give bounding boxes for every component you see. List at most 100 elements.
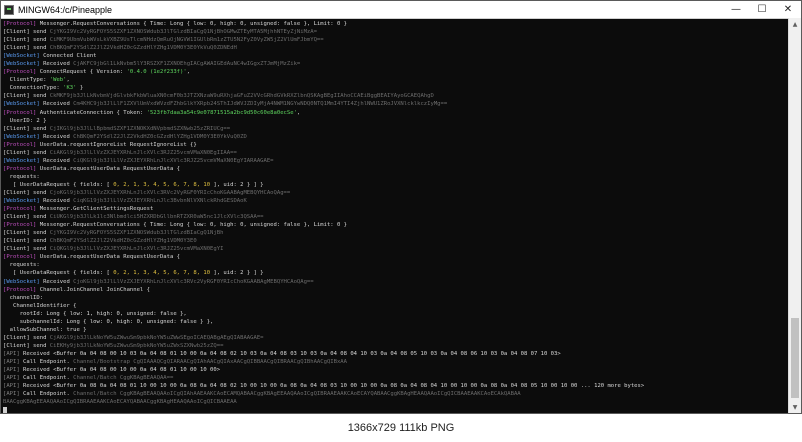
- log-tag: [Client]: [3, 149, 30, 156]
- log-tag: [Protocol]: [3, 165, 37, 172]
- terminal-line: UserID: 2 }: [3, 117, 788, 125]
- log-tag: [WebSocket]: [3, 101, 40, 108]
- log-string: 'K3': [63, 85, 77, 92]
- log-text: UserData.requestIgnoreList RequestIgnore…: [36, 141, 197, 148]
- log-text: send: [29, 230, 50, 237]
- log-text: send: [29, 238, 50, 245]
- log-tag: [API]: [3, 358, 20, 365]
- log-string: 'Web': [49, 77, 67, 84]
- terminal-line: [WebSocket] Received CiqKG19jb3JlLlVzZXJ…: [3, 197, 788, 205]
- log-tag: [WebSocket]: [3, 278, 40, 285]
- log-text: send: [29, 334, 50, 341]
- terminal-line: [WebSocket] Received Cm4KHC9jb3JlLlF1ZXV…: [3, 100, 788, 108]
- log-tag: [Protocol]: [3, 21, 37, 27]
- log-payload: CiQKGl9jb3JlLlVzZXJEYXRhLnJlcXVlc3RJZ25v…: [49, 246, 224, 253]
- terminal-line: [API] Call Endpoint. Channel/Bootstrap C…: [3, 358, 788, 366]
- terminal-line: requests:: [3, 261, 788, 269]
- log-payload: Channel/Bootstrap CgQIAAAQCgQIARAACgQIAh…: [73, 358, 347, 365]
- log-tag: [Protocol]: [3, 222, 37, 229]
- terminal-line: [Protocol] Messenger.RequestConversation…: [3, 221, 788, 229]
- maximize-icon[interactable]: ☐: [749, 1, 775, 18]
- terminal-line: [Protocol] Messenger.GetClientSettingsRe…: [3, 205, 788, 213]
- log-text: ChannelIdentifier {: [3, 302, 77, 309]
- log-tag: [Protocol]: [3, 141, 37, 148]
- log-tag: [Client]: [3, 214, 30, 221]
- log-text: send: [29, 125, 50, 132]
- terminal-app-icon: [4, 4, 14, 15]
- log-text: Messenger.RequestConversations { Time: L…: [36, 21, 347, 27]
- log-text: Call Endpoint.: [19, 391, 74, 398]
- log-text: requests:: [3, 262, 40, 269]
- log-payload: CjoKGl9jb3JlLlVzZXJEYXRhLnJlcXVlc3RVc2Vy…: [49, 189, 291, 196]
- scroll-down-arrow-icon[interactable]: ▼: [789, 401, 801, 413]
- terminal-line: [Client] send CiMKF9UbmVubWVsLkVXBZ9UsTl…: [3, 36, 788, 44]
- vertical-scrollbar[interactable]: ▲ ▼: [788, 18, 801, 413]
- terminal-line: [Protocol] Channel.JoinChannel JoinChann…: [3, 286, 788, 294]
- log-payload: CjYKGI9Vc2VyRGFOYS5SZXF1ZXNOSWdub3JlTGlz…: [49, 230, 224, 237]
- log-text: Received <Buffer 0a 04 08 00 10 00 0a 04…: [19, 367, 221, 374]
- terminal-line: [Protocol] UserData.requestUserData Requ…: [3, 253, 788, 261]
- terminal-line: [Client] send CiUKGl9jb3JlLk1lc3Nlbmdlci…: [3, 213, 788, 221]
- log-tag: [API]: [3, 367, 20, 374]
- log-text: channelID:: [3, 294, 44, 301]
- window-controls: — ☐ ✕: [723, 1, 801, 18]
- scroll-thumb[interactable]: [791, 318, 799, 398]
- terminal-line: [WebSocket] Received ChBKQmF2YSdlZ2JlZ2V…: [3, 133, 788, 141]
- log-text: Received: [39, 61, 74, 68]
- terminal-line: ClientType: 'Web',: [3, 76, 788, 84]
- log-text: allowSubChannel: true }: [3, 326, 87, 333]
- terminal-line: [Client] send CiEKHy9jb3JlLkNoYW5uZWwuSm…: [3, 342, 788, 350]
- terminal-line: [ UserDataRequest { fields: [ 0, 2, 1, 3…: [3, 181, 788, 189]
- log-tag: [WebSocket]: [3, 157, 40, 164]
- log-text: send: [29, 149, 50, 156]
- log-text: ConnectRequest { Version:: [36, 69, 127, 76]
- terminal-line: ChannelIdentifier {: [3, 302, 788, 310]
- log-text: ClientType:: [3, 77, 50, 84]
- terminal-line: [Client] send CjIKGl9jb3JlLlBpbmdSZXF1ZX…: [3, 125, 788, 133]
- terminal-line: subchannelId: Long { low: 0, high: 0, un…: [3, 318, 788, 326]
- title-bar[interactable]: MINGW64:/c/Pineapple — ☐ ✕: [1, 1, 801, 19]
- log-tag: [Protocol]: [3, 206, 37, 213]
- log-tag: [WebSocket]: [3, 133, 40, 140]
- terminal-line: ConnectionType: 'K3' }: [3, 84, 788, 92]
- log-text: Connected Client: [39, 53, 97, 60]
- log-tag: [WebSocket]: [3, 61, 40, 68]
- log-number: 0, 2, 1, 3, 4, 5, 6, 7, 8, 10: [113, 270, 211, 277]
- log-payload: CjAKFC9jbGl1LkNvbm5lY3RSZXF1ZXNOEhgIACgA…: [73, 61, 301, 68]
- scroll-up-arrow-icon[interactable]: ▲: [789, 18, 801, 30]
- log-text: [ UserDataRequest { fields: [: [3, 181, 114, 188]
- log-text: Call Endpoint.: [19, 375, 74, 382]
- terminal-line: [ UserDataRequest { fields: [ 0, 2, 1, 3…: [3, 269, 788, 277]
- log-text: send: [29, 189, 50, 196]
- log-text: send: [29, 93, 50, 100]
- log-text: }: [76, 85, 84, 92]
- log-text: Channel.JoinChannel JoinChannel {: [36, 286, 150, 293]
- terminal-line: [API] Call Endpoint. Channel/Batch CggKB…: [3, 390, 788, 398]
- log-tag: [WebSocket]: [3, 53, 40, 60]
- log-tag: [Client]: [3, 342, 30, 349]
- terminal-line: [API] Received <Buffer 0a 04 08 00 10 00…: [3, 366, 788, 374]
- image-caption: 1366x729 111kb PNG: [347, 422, 455, 434]
- terminal-window: MINGW64:/c/Pineapple — ☐ ✕ [Protocol] Me…: [0, 0, 802, 414]
- log-text: Received: [39, 133, 74, 140]
- log-text: requests:: [3, 173, 40, 180]
- log-string: '523fb7daa3a54c9e07871515a2bc9d50c60e8a0…: [146, 109, 297, 116]
- terminal-line: allowSubChannel: true }: [3, 326, 788, 334]
- log-text: Received: [39, 198, 74, 205]
- terminal-output[interactable]: [Protocol] Messenger.RequestConversation…: [3, 20, 788, 413]
- log-text: send: [29, 45, 50, 52]
- terminal-line: [Client] send CjAKGl9jb3JlLkNoYW5uZWwuSm…: [3, 334, 788, 342]
- log-text: Received <Buffer 0a 04 08 00 10 03 0a 04…: [19, 350, 561, 357]
- minimize-icon[interactable]: —: [723, 1, 749, 18]
- log-text: UserID: 2 }: [3, 117, 47, 124]
- terminal-line: [Protocol] AuthenticateConnection { Toke…: [3, 109, 788, 117]
- log-payload: Channel/Batch CggKBAgBEAAQAA==: [73, 375, 174, 382]
- terminal-line: BAACggKBAgEEAAQAAoICgQIBRAAEAAKCAoECAYQA…: [3, 398, 788, 406]
- terminal-line: [Client] send CjYKGI9Vc2VyRGFOYS5SZXF1ZX…: [3, 229, 788, 237]
- log-text: ], uid: 2 } ] }: [210, 181, 264, 188]
- log-payload: CiEKHy9jb3JlLkNoYW5uZWwuSm9pbkNoYW5uZWxS…: [49, 342, 224, 349]
- close-icon[interactable]: ✕: [775, 1, 801, 18]
- log-tag: [Protocol]: [3, 286, 37, 293]
- log-tag: [API]: [3, 375, 20, 382]
- terminal-line: [API] Received <Buffer 0a 08 0a 04 08 01…: [3, 382, 788, 390]
